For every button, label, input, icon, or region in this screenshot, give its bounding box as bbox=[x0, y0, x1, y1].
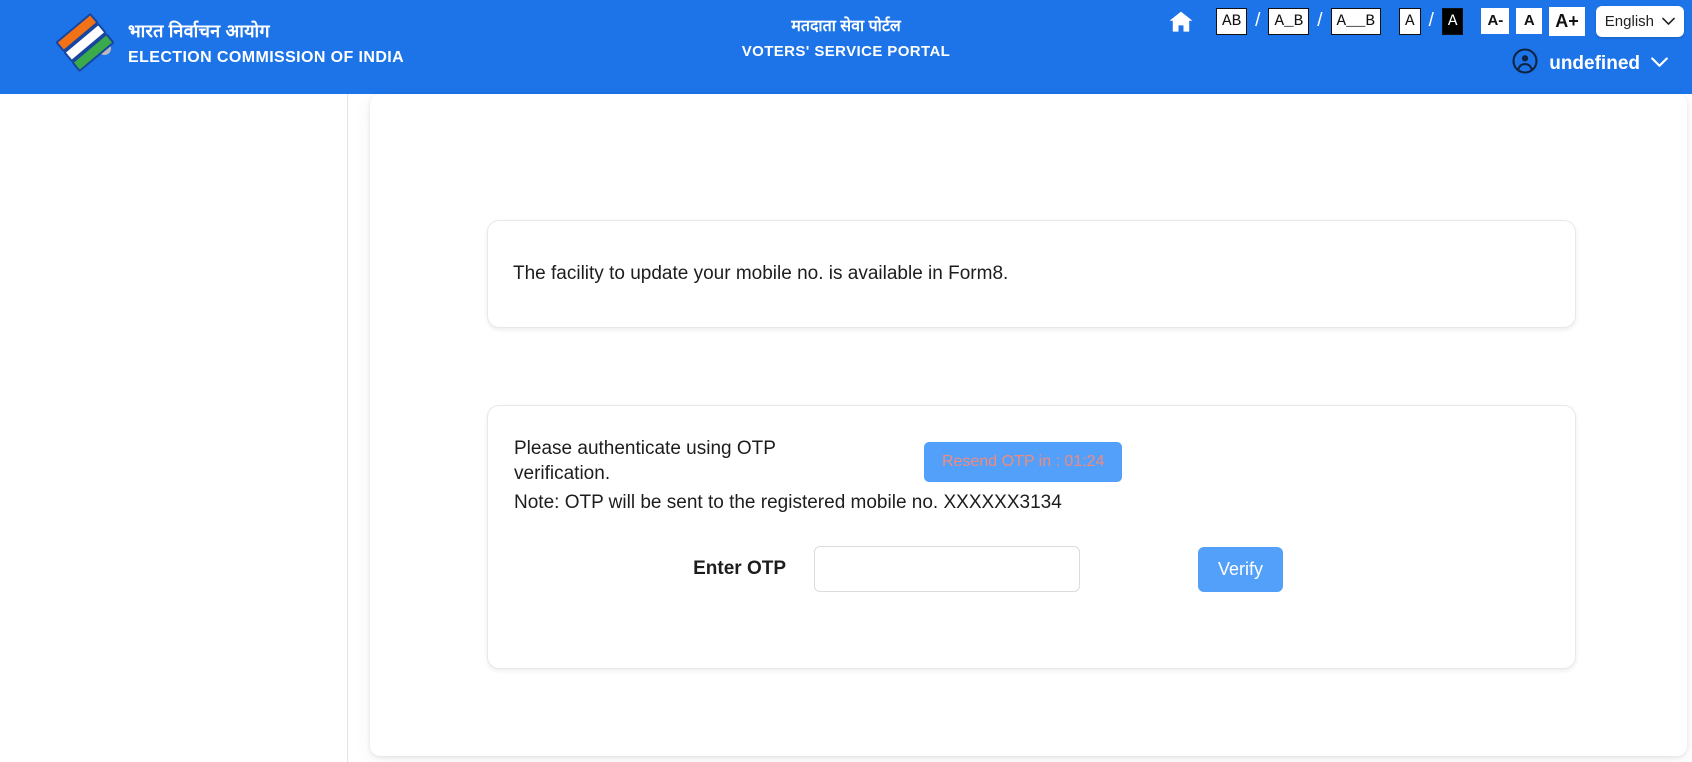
language-selected-value: English bbox=[1604, 12, 1654, 30]
otp-verification-card: Please authenticate using OTP verificati… bbox=[487, 405, 1576, 669]
contrast-dark-button[interactable]: A bbox=[1441, 7, 1464, 35]
otp-note-text: Note: OTP will be sent to the registered… bbox=[514, 492, 1062, 514]
language-selector[interactable]: English bbox=[1595, 5, 1684, 37]
letter-spacing-normal-button[interactable]: AB bbox=[1215, 7, 1248, 35]
user-circle-icon bbox=[1512, 48, 1538, 79]
site-header: भारत निर्वाचन आयोग ELECTION COMMISSION O… bbox=[0, 0, 1692, 94]
notice-message: The facility to update your mobile no. i… bbox=[513, 263, 1009, 284]
brand-name-hindi: भारत निर्वाचन आयोग bbox=[128, 20, 270, 41]
user-menu[interactable]: undefined bbox=[1512, 48, 1668, 79]
otp-card-header: Please authenticate using OTP verificati… bbox=[514, 436, 1549, 486]
letter-spacing-medium-button[interactable]: A_B bbox=[1268, 7, 1310, 35]
page-body: The facility to update your mobile no. i… bbox=[0, 94, 1692, 762]
header-right-controls: AB / A_B / A__B A / A A- A A+ English un… bbox=[1052, 0, 1692, 94]
otp-input-row: Enter OTP Verify bbox=[514, 546, 1549, 593]
accessibility-toolbar: AB / A_B / A__B A / A A- A A+ English bbox=[1164, 4, 1684, 38]
letter-spacing-wide-button[interactable]: A__B bbox=[1330, 7, 1381, 35]
font-decrease-button[interactable]: A- bbox=[1481, 8, 1510, 34]
brand-block: भारत निर्वाचन आयोग ELECTION COMMISSION O… bbox=[0, 0, 404, 78]
font-increase-button[interactable]: A+ bbox=[1549, 6, 1585, 36]
toolbar-separator: / bbox=[1428, 10, 1434, 31]
otp-input[interactable] bbox=[814, 546, 1080, 593]
chevron-down-icon bbox=[1662, 13, 1675, 30]
resend-otp-button[interactable]: Resend OTP in : 01:24 bbox=[924, 442, 1123, 482]
user-name-label: undefined bbox=[1549, 52, 1640, 74]
contrast-light-button[interactable]: A bbox=[1398, 7, 1421, 35]
verify-button[interactable]: Verify bbox=[1198, 546, 1284, 592]
content-panel: The facility to update your mobile no. i… bbox=[370, 94, 1687, 756]
brand-text: भारत निर्वाचन आयोग ELECTION COMMISSION O… bbox=[128, 20, 404, 69]
chevron-down-icon bbox=[1651, 55, 1668, 73]
otp-input-label: Enter OTP bbox=[693, 558, 786, 580]
toolbar-separator: / bbox=[1317, 10, 1323, 31]
toolbar-separator: / bbox=[1255, 10, 1261, 31]
font-normal-button[interactable]: A bbox=[1516, 8, 1543, 34]
home-icon[interactable] bbox=[1164, 6, 1198, 36]
brand-name-english: ELECTION COMMISSION OF INDIA bbox=[128, 49, 405, 67]
otp-prompt-text: Please authenticate using OTP verificati… bbox=[514, 438, 776, 485]
notice-card: The facility to update your mobile no. i… bbox=[487, 220, 1576, 328]
left-sidebar bbox=[0, 94, 348, 762]
eci-logo-icon bbox=[52, 10, 115, 78]
